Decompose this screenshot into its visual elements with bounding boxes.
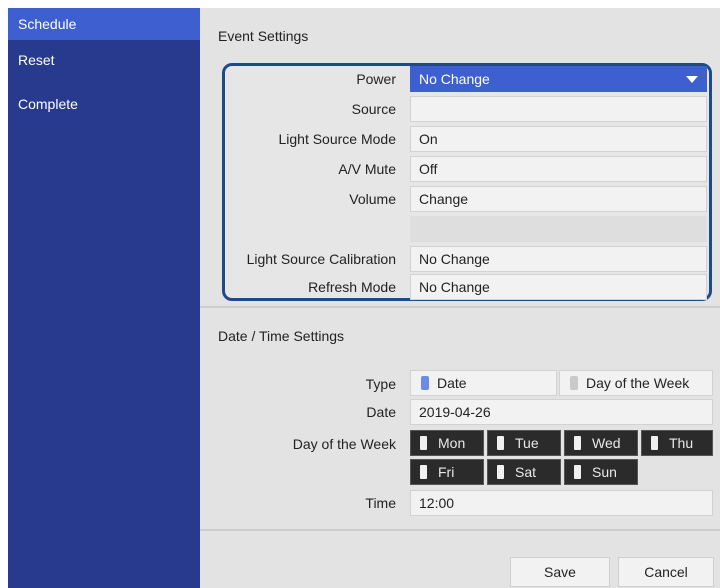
type-option-label: Day of the Week	[586, 375, 690, 391]
save-button[interactable]: Save	[510, 557, 610, 587]
volume-field[interactable]: Change	[410, 186, 707, 212]
main-panel: Event Settings Power No Change Source Li…	[200, 8, 720, 588]
day-label: Sun	[592, 464, 617, 480]
day-button-fri[interactable]: Fri	[410, 459, 484, 485]
av-mute-field[interactable]: Off	[410, 156, 707, 182]
refresh-mode-label: Refresh Mode	[308, 279, 396, 295]
day-label: Thu	[669, 435, 694, 451]
type-option-day-of-week[interactable]: Day of the Week	[559, 370, 713, 396]
volume-value: Change	[419, 191, 469, 207]
light-source-mode-field[interactable]: On	[410, 126, 707, 152]
type-label: Type	[365, 376, 396, 392]
datetime-settings-title: Date / Time Settings	[218, 328, 345, 344]
checkbox-icon	[497, 465, 504, 479]
av-mute-value: Off	[419, 161, 438, 177]
day-label: Mon	[438, 435, 466, 451]
checkbox-icon	[497, 436, 504, 450]
refresh-mode-field[interactable]: No Change	[410, 274, 707, 300]
day-button-mon[interactable]: Mon	[410, 430, 484, 456]
day-label: Fri	[438, 464, 455, 480]
checkbox-icon	[574, 465, 581, 479]
day-button-wed[interactable]: Wed	[564, 430, 638, 456]
section-divider	[200, 306, 720, 308]
source-label: Source	[351, 101, 396, 117]
sidebar-item-schedule[interactable]: Schedule	[8, 8, 200, 40]
day-button-sat[interactable]: Sat	[487, 459, 561, 485]
footer-divider	[200, 529, 720, 531]
day-label: Sat	[515, 464, 537, 480]
date-value: 2019-04-26	[419, 404, 491, 420]
time-field[interactable]: 12:00	[410, 490, 713, 516]
light-source-mode-label: Light Source Mode	[278, 131, 396, 147]
day-button-sun[interactable]: Sun	[564, 459, 638, 485]
date-label: Date	[366, 404, 396, 420]
sidebar-item-complete[interactable]: Complete	[8, 88, 200, 120]
power-value: No Change	[419, 71, 490, 87]
type-option-date[interactable]: Date	[410, 370, 557, 396]
light-source-calibration-label: Light Source Calibration	[246, 251, 396, 267]
av-mute-label: A/V Mute	[338, 161, 396, 177]
sidebar-item-label: Schedule	[18, 16, 77, 32]
sidebar-item-label: Complete	[18, 96, 78, 112]
radio-marker-icon	[421, 376, 429, 390]
event-settings-title: Event Settings	[218, 28, 309, 44]
checkbox-icon	[420, 436, 427, 450]
dropdown-arrow-icon	[686, 76, 698, 83]
day-label: Tue	[515, 435, 539, 451]
power-label: Power	[356, 71, 396, 87]
sidebar-item-reset[interactable]: Reset	[8, 44, 200, 76]
light-source-calibration-value: No Change	[419, 251, 490, 267]
refresh-mode-value: No Change	[419, 279, 490, 295]
checkbox-icon	[574, 436, 581, 450]
date-field[interactable]: 2019-04-26	[410, 399, 713, 425]
source-field[interactable]	[410, 96, 707, 122]
type-option-label: Date	[437, 375, 467, 391]
time-value: 12:00	[419, 495, 455, 511]
volume-label: Volume	[349, 191, 396, 207]
day-label: Wed	[592, 435, 621, 451]
cancel-button[interactable]: Cancel	[618, 557, 714, 587]
light-source-mode-value: On	[419, 131, 438, 147]
sidebar-item-label: Reset	[18, 52, 55, 68]
blank-row	[410, 216, 707, 242]
day-button-thu[interactable]: Thu	[641, 430, 713, 456]
light-source-calibration-field[interactable]: No Change	[410, 246, 707, 272]
sidebar: Schedule Reset Complete	[8, 8, 200, 588]
checkbox-icon	[651, 436, 658, 450]
day-button-tue[interactable]: Tue	[487, 430, 561, 456]
checkbox-icon	[420, 465, 427, 479]
power-dropdown[interactable]: No Change	[410, 66, 707, 92]
radio-marker-icon	[570, 376, 578, 390]
time-label: Time	[365, 495, 396, 511]
day-of-week-label: Day of the Week	[292, 436, 396, 452]
